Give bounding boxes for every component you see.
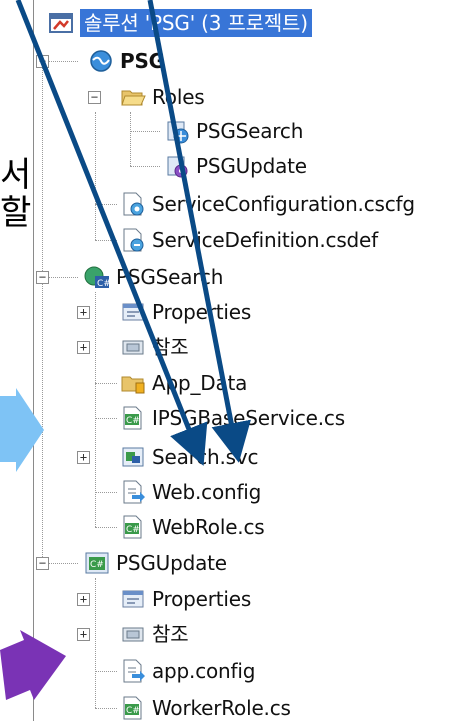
side-text-fragment: 할 [0, 193, 32, 233]
tree-item-label: Properties [152, 300, 252, 324]
tree-item-label: PSGUpdate [196, 154, 307, 178]
expand-toggle-properties[interactable]: + [77, 306, 90, 319]
folder-icon [120, 370, 146, 396]
tree-item-role-psgsearch[interactable]: PSGSearch [164, 114, 303, 148]
tree-item-role-psgupdate[interactable]: PSGUpdate [164, 149, 307, 183]
side-text-fragment: 서 [0, 155, 32, 195]
tree-item-label: PSGSearch [196, 119, 304, 143]
svg-text:C#: C# [126, 416, 140, 426]
csharp-project-icon: C# [84, 550, 110, 576]
references-icon [120, 621, 146, 647]
tree-item-references[interactable]: 참조 [120, 330, 189, 364]
tree-item-label: Search.svc [152, 445, 259, 469]
csharp-file-icon: C# [120, 695, 146, 721]
svg-text:C#: C# [126, 525, 140, 535]
tree-item-label: App_Data [152, 371, 248, 395]
expand-toggle-references[interactable]: + [77, 628, 90, 641]
expand-toggle-search-svc[interactable]: + [77, 451, 90, 464]
tree-item-label: WorkerRole.cs [152, 696, 291, 720]
expand-toggle-references[interactable]: + [77, 341, 90, 354]
tree-item-service-config[interactable]: ServiceConfiguration.cscfg [120, 187, 415, 221]
properties-icon [120, 299, 146, 325]
tree-item-search-svc[interactable]: Search.svc [120, 440, 259, 474]
tree-item-label: Properties [152, 587, 252, 611]
tree-item-label: Web.config [152, 480, 262, 504]
tree-item-app-config[interactable]: app.config [120, 654, 255, 688]
properties-icon [120, 586, 146, 612]
tree-item-web-config[interactable]: Web.config [120, 475, 261, 509]
annotation-arrow-light-blue [0, 388, 44, 472]
collapse-toggle-psg[interactable]: − [36, 55, 49, 68]
tree-item-ipsgbaseservice[interactable]: C# IPSGBaseService.cs [120, 401, 345, 435]
expand-toggle-properties[interactable]: + [77, 593, 90, 606]
solution-icon [48, 10, 74, 36]
folder-open-icon [120, 84, 146, 110]
collapse-toggle-roles[interactable]: − [88, 91, 101, 104]
tree-item-properties[interactable]: Properties [120, 295, 251, 329]
tree-item-label: 참조 [152, 622, 189, 646]
tree-item-webrole-cs[interactable]: C# WebRole.cs [120, 510, 265, 544]
tree-item-label: Roles [152, 85, 205, 109]
tree-item-label: WebRole.cs [152, 515, 265, 539]
config-file-icon [120, 658, 146, 684]
csharp-file-icon: C# [120, 514, 146, 540]
tree-item-label: app.config [152, 659, 256, 683]
tree-item-label: 솔루션 'PSG' (3 프로젝트) [80, 9, 312, 37]
tree-item-workerrole-cs[interactable]: C# WorkerRole.cs [120, 691, 291, 725]
service-file-icon [120, 444, 146, 470]
tree-item-service-definition[interactable]: ServiceDefinition.csdef [120, 223, 378, 257]
tree-item-label: PSG [120, 49, 165, 73]
cloud-project-icon [88, 48, 114, 74]
svg-text:C#: C# [126, 706, 140, 716]
tree-item-label: ServiceConfiguration.cscfg [152, 192, 415, 216]
panel-border [33, 0, 34, 721]
tree-item-app-data[interactable]: App_Data [120, 366, 247, 400]
svg-text:C#: C# [97, 279, 110, 289]
tree-item-solution[interactable]: 솔루션 'PSG' (3 프로젝트) [48, 6, 312, 40]
tree-item-label: PSGSearch [116, 265, 224, 289]
config-file-icon [120, 191, 146, 217]
tree-item-properties[interactable]: Properties [120, 582, 251, 616]
collapse-toggle-psgupdate[interactable]: − [36, 557, 49, 570]
web-role-icon [164, 118, 190, 144]
tree-item-folder-roles[interactable]: Roles [120, 80, 205, 114]
tree-item-project-psgupdate[interactable]: C# PSGUpdate [84, 546, 227, 580]
tree-item-project-psg[interactable]: PSG [88, 44, 165, 78]
tree-item-label: 참조 [152, 335, 189, 359]
definition-file-icon [120, 227, 146, 253]
csharp-file-icon: C# [120, 405, 146, 431]
tree-item-label: IPSGBaseService.cs [152, 406, 345, 430]
collapse-toggle-psgsearch[interactable]: − [36, 271, 49, 284]
worker-role-icon [164, 153, 190, 179]
tree-item-project-psgsearch[interactable]: C# PSGSearch [84, 260, 223, 294]
references-icon [120, 334, 146, 360]
tree-item-label: PSGUpdate [116, 551, 227, 575]
config-file-icon [120, 479, 146, 505]
tree-item-references[interactable]: 참조 [120, 617, 189, 651]
svg-text:C#: C# [90, 560, 104, 570]
tree-item-label: ServiceDefinition.csdef [152, 228, 378, 252]
web-project-icon: C# [84, 264, 110, 290]
